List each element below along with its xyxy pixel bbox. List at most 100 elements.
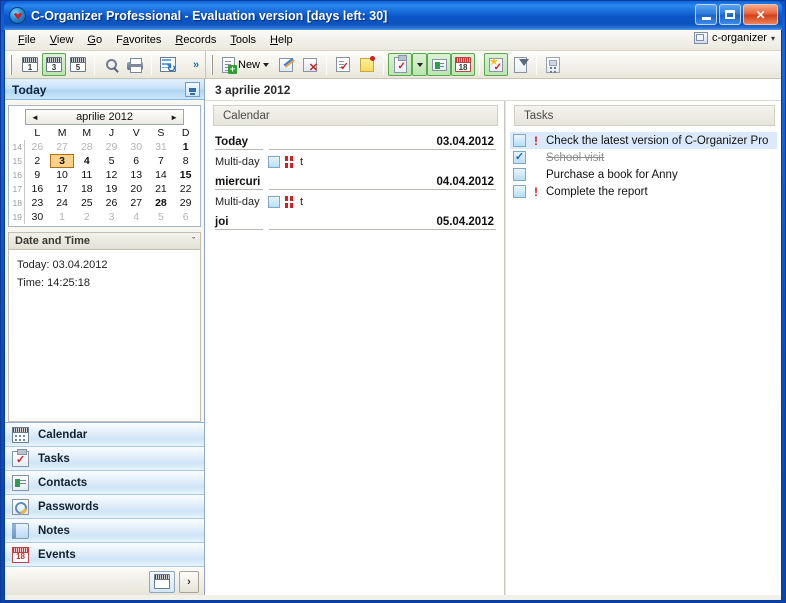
task-checkbox[interactable] [513, 134, 526, 147]
go-to-today-button[interactable] [149, 571, 175, 593]
profile-selector[interactable]: c-organizer ▾ [694, 32, 775, 44]
calendar-entry[interactable]: Multi-dayt [215, 192, 496, 216]
mini-calendar-day[interactable]: 8 [173, 154, 198, 168]
prev-month-button[interactable]: ◄ [29, 113, 41, 122]
task-row[interactable]: School visit [510, 149, 777, 166]
checkbox-icon[interactable] [268, 196, 280, 208]
mini-calendar-day-selected[interactable]: 3 [50, 154, 75, 168]
mini-calendar-day[interactable]: 9 [25, 168, 50, 182]
menu-item-favorites[interactable]: Favorites [109, 32, 168, 48]
mini-calendar-day[interactable]: 12 [99, 168, 124, 182]
mini-calendar-day[interactable]: 28 [149, 196, 174, 210]
mini-calendar-day[interactable]: 30 [124, 140, 149, 154]
mini-calendar-day[interactable]: 27 [124, 196, 149, 210]
mini-calendar-day[interactable]: 4 [74, 154, 99, 168]
edit-record-button[interactable] [274, 53, 298, 76]
menu-item-records[interactable]: Records [168, 32, 223, 48]
menu-item-help[interactable]: Help [263, 32, 300, 48]
toolbar-grip-left[interactable] [8, 55, 15, 75]
mini-calendar-day[interactable]: 27 [50, 140, 75, 154]
menu-item-go[interactable]: Go [80, 32, 109, 48]
view-3-days-button[interactable]: 3 [42, 53, 66, 76]
mini-calendar-day[interactable]: 10 [50, 168, 75, 182]
mini-calendar-day[interactable]: 24 [50, 196, 75, 210]
mini-calendar-day[interactable]: 30 [25, 210, 50, 224]
mini-calendar-day[interactable]: 1 [50, 210, 75, 224]
new-record-button[interactable]: + New [219, 53, 274, 76]
sidebar-item-calendar[interactable]: Calendar [5, 423, 204, 447]
mini-calendar-day[interactable]: 26 [99, 196, 124, 210]
mini-calendar-day[interactable]: 31 [149, 140, 174, 154]
chevron-down-icon[interactable] [263, 63, 269, 67]
task-checkbox-checked[interactable] [513, 151, 526, 164]
minimize-button[interactable] [695, 4, 717, 25]
mini-calendar-day[interactable]: 29 [99, 140, 124, 154]
mini-calendar-day[interactable]: 2 [25, 154, 50, 168]
mini-calendar-day[interactable]: 13 [124, 168, 149, 182]
mini-calendar-day[interactable]: 3 [99, 210, 124, 224]
mini-calendar-day[interactable]: 2 [74, 210, 99, 224]
sidebar-item-events[interactable]: Events [5, 543, 204, 567]
mini-calendar-day[interactable]: 26 [25, 140, 50, 154]
mini-calendar-day[interactable]: 17 [50, 182, 75, 196]
search-button[interactable] [99, 53, 123, 76]
task-checkbox[interactable] [513, 185, 526, 198]
close-button[interactable]: ✕ [743, 4, 778, 25]
sidebar-item-tasks[interactable]: Tasks [5, 447, 204, 471]
view-1-day-button[interactable]: 1 [18, 53, 42, 76]
mini-calendar-day[interactable]: 16 [25, 182, 50, 196]
toolbar-grip-right[interactable] [209, 55, 216, 75]
mini-calendar-day[interactable]: 1 [173, 140, 198, 154]
note-button[interactable] [355, 53, 379, 76]
menu-item-view[interactable]: View [43, 32, 81, 48]
menu-item-file[interactable]: File [11, 32, 43, 48]
mini-calendar-day[interactable]: 4 [124, 210, 149, 224]
calculator-button[interactable] [541, 53, 565, 76]
mini-calendar-day[interactable]: 19 [99, 182, 124, 196]
mini-calendar-day[interactable]: 22 [173, 182, 198, 196]
task-row[interactable]: Purchase a book for Anny [510, 166, 777, 183]
task-list-button[interactable] [331, 53, 355, 76]
mini-calendar-day[interactable]: 11 [74, 168, 99, 182]
add-task-button[interactable] [388, 53, 412, 76]
mini-calendar-day[interactable]: 6 [124, 154, 149, 168]
mini-calendar-day[interactable]: 25 [74, 196, 99, 210]
mini-calendar-day[interactable]: 14 [149, 168, 174, 182]
toolbar-overflow-button[interactable]: » [189, 53, 203, 76]
mini-calendar-day[interactable]: 20 [124, 182, 149, 196]
mini-calendar-day[interactable]: 5 [99, 154, 124, 168]
delete-record-button[interactable] [298, 53, 322, 76]
view-5-days-button[interactable]: 5 [66, 53, 90, 76]
menu-item-tools[interactable]: Tools [223, 32, 263, 48]
mini-calendar-day[interactable]: 29 [173, 196, 198, 210]
sidebar-item-contacts[interactable]: Contacts [5, 471, 204, 495]
task-row[interactable]: !Check the latest version of C-Organizer… [510, 132, 777, 149]
mini-calendar-day[interactable]: 5 [149, 210, 174, 224]
chevron-down-icon[interactable]: ˇ [192, 236, 195, 246]
pin-icon[interactable] [185, 82, 200, 97]
add-task-dropdown[interactable] [412, 53, 427, 76]
add-contact-button[interactable] [427, 53, 451, 76]
calendar-entry[interactable]: Multi-dayt [215, 152, 496, 176]
mini-calendar-day[interactable]: 23 [25, 196, 50, 210]
checkbox-icon[interactable] [268, 156, 280, 168]
sidebar-item-passwords[interactable]: Passwords [5, 495, 204, 519]
task-row[interactable]: !Complete the report [510, 183, 777, 200]
expand-navigation-button[interactable]: › [179, 571, 199, 593]
mini-calendar-day[interactable]: 6 [173, 210, 198, 224]
date-and-time-header[interactable]: Date and Time ˇ [8, 232, 201, 250]
print-button[interactable] [123, 53, 147, 76]
filter-button[interactable] [508, 53, 532, 76]
next-month-button[interactable]: ► [168, 113, 180, 122]
synchronize-button[interactable] [156, 53, 180, 76]
mini-calendar-day[interactable]: 7 [149, 154, 174, 168]
task-checkbox[interactable] [513, 168, 526, 181]
maximize-button[interactable] [719, 4, 741, 25]
mini-calendar-day[interactable]: 21 [149, 182, 174, 196]
mini-calendar-day[interactable]: 28 [74, 140, 99, 154]
mini-calendar-day[interactable]: 15 [173, 168, 198, 182]
mini-calendar-day[interactable]: 18 [74, 182, 99, 196]
new-wizard-button[interactable] [484, 53, 508, 76]
sidebar-item-notes[interactable]: Notes [5, 519, 204, 543]
add-event-button[interactable]: 18 [451, 53, 475, 76]
